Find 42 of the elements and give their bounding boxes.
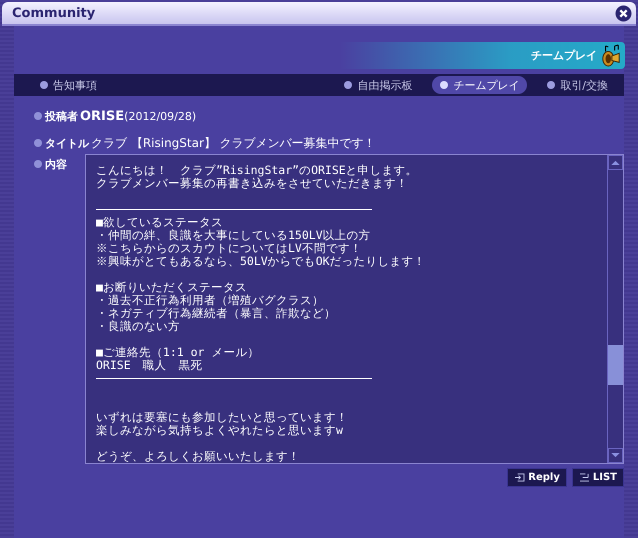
content-label: 内容 <box>45 156 67 172</box>
tab[interactable]: チームプレイ <box>432 76 528 94</box>
text-line: ■欲しているステータス <box>96 216 224 229</box>
post-title: クラブ 【RisingStar】 クラブメンバー募集中です！ <box>91 134 376 152</box>
text-line: ※興味がとてもあるなら、50LVからでもOKだったりします！ <box>96 255 427 268</box>
close-icon[interactable] <box>615 4 632 22</box>
scrollbar[interactable] <box>607 155 623 463</box>
text-line: ・ネガティブ行為継続者（暴言、詐欺など） <box>96 307 337 320</box>
tab[interactable]: 取引/交換 <box>539 76 616 94</box>
author-label: 投稿者 <box>45 108 78 124</box>
text-line: ■ご連絡先（1:1 or メール） <box>96 346 260 359</box>
banner-title: チームプレイ <box>531 48 597 63</box>
text-line: ・過去不正行為利用者（増殖バグクラス） <box>96 294 325 307</box>
reply-button[interactable]: Reply <box>507 468 567 487</box>
scroll-up-button[interactable] <box>608 155 623 170</box>
enter-icon <box>514 473 526 482</box>
scroll-down-button[interactable] <box>608 448 623 463</box>
bullet-icon <box>34 112 42 120</box>
text-line: ・良識のない方 <box>96 320 181 333</box>
horn-icon <box>601 44 621 68</box>
text-line: ・仲間の絆、良識を大事にしている150LV以上の方 <box>96 229 372 242</box>
down-arrow-icon <box>611 453 620 458</box>
title-label: タイトル <box>45 136 89 150</box>
tab[interactable]: 自由掲示板 <box>336 76 420 94</box>
text-line: いずれは要塞にも参加したいと思っています！ <box>96 411 349 424</box>
list-icon <box>578 473 590 482</box>
tab[interactable]: 告知事項 <box>32 76 105 94</box>
text-line: どうぞ、よろしくお願いいたします！ <box>96 450 301 463</box>
post-date: (2012/09/28) <box>124 110 196 122</box>
window-title: Community <box>12 6 96 20</box>
up-arrow-icon <box>611 160 620 165</box>
author-name: ORISE <box>80 108 124 124</box>
text-line: こんにちは！ クラブ”RisingStar”のORISEと申します。 <box>96 164 419 177</box>
scroll-thumb[interactable] <box>608 345 623 385</box>
text-line: ※こちらからのスカウトについてはLV不問です！ <box>96 242 363 255</box>
bullet-icon <box>34 160 42 168</box>
text-line: 楽しみながら気持ちよくやれたらと思いますw <box>96 424 344 437</box>
bullet-icon <box>34 139 42 147</box>
text-line: クラブメンバー募集の再書き込みをさせていただきます！ <box>96 177 409 190</box>
list-button[interactable]: LIST <box>572 468 624 487</box>
text-line: ■お断りいただくステータス <box>96 281 248 294</box>
text-line: ORISE 職人 黒死 <box>96 359 204 372</box>
